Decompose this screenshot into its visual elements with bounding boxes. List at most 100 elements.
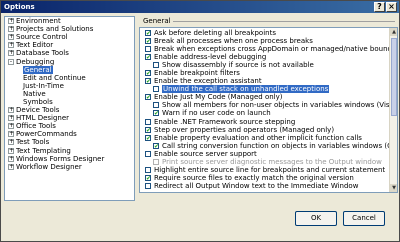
- option-checkbox[interactable]: ✔: [145, 70, 151, 77]
- option-row[interactable]: ✔ Call string conversion function on obje…: [140, 142, 397, 150]
- option-checkbox[interactable]: [145, 182, 151, 189]
- tree-item-label: PowerCommands: [16, 130, 77, 139]
- tree-item[interactable]: + Windows Forms Designer: [5, 155, 134, 163]
- section-title: General: [143, 17, 171, 25]
- option-checkbox[interactable]: ✔: [145, 174, 151, 181]
- scroll-up-icon[interactable]: ▲: [390, 28, 397, 36]
- collapse-icon[interactable]: -: [8, 58, 14, 65]
- option-checkbox[interactable]: ✔: [145, 94, 151, 101]
- expand-icon[interactable]: +: [8, 163, 14, 170]
- tree-item[interactable]: + Database Tools: [5, 49, 134, 57]
- option-label: Highlight entire source line for breakpo…: [154, 165, 386, 174]
- option-checkbox[interactable]: ✔: [145, 54, 151, 61]
- option-row[interactable]: ✔ Step over properties and operators (Man…: [140, 126, 390, 134]
- option-row[interactable]: Print source server diagnostic messages …: [140, 158, 390, 166]
- cancel-button[interactable]: Cancel: [343, 211, 385, 226]
- tree-item[interactable]: + Text Editor: [5, 41, 134, 49]
- option-checkbox[interactable]: [153, 86, 159, 93]
- option-label: Print source server diagnostic messages …: [162, 157, 382, 166]
- option-row[interactable]: ✔ Require source files to exactly match t…: [140, 174, 390, 182]
- option-row[interactable]: Show all members for non-user objects in…: [140, 101, 397, 109]
- option-row[interactable]: ✔ Warn if no user code on launch: [140, 109, 390, 117]
- option-label: Enable the exception assistant: [154, 77, 262, 86]
- scroll-down-icon[interactable]: ▼: [390, 184, 397, 192]
- option-row[interactable]: ✔ Enable Just My Code (Managed only): [140, 93, 390, 101]
- tree-item[interactable]: + Workflow Designer: [5, 163, 134, 171]
- option-row[interactable]: Redirect all Output Window text to the I…: [140, 182, 390, 190]
- option-checkbox[interactable]: [153, 158, 159, 165]
- option-row[interactable]: Unwind the call stack on unhandled excep…: [140, 85, 390, 94]
- tree-item[interactable]: + PowerCommands: [5, 130, 134, 138]
- tree-item[interactable]: Native: [5, 90, 134, 98]
- expand-icon[interactable]: +: [8, 115, 14, 122]
- tree-item[interactable]: Symbols: [5, 98, 134, 106]
- expand-icon[interactable]: +: [8, 42, 14, 49]
- tree-item[interactable]: + HTML Designer: [5, 114, 134, 122]
- option-checkbox[interactable]: ✔: [153, 142, 159, 149]
- expand-icon[interactable]: +: [8, 50, 14, 57]
- option-row[interactable]: Enable .NET Framework source stepping: [140, 118, 390, 126]
- option-checkbox[interactable]: [145, 118, 151, 125]
- options-list[interactable]: ✔ Ask before deleting all breakpoints ✔ Bre…: [139, 27, 398, 193]
- expand-icon[interactable]: +: [8, 26, 14, 33]
- expand-icon[interactable]: +: [8, 131, 14, 138]
- expand-icon[interactable]: +: [8, 123, 14, 130]
- tree-item[interactable]: + Test Tools: [5, 138, 134, 146]
- options-dialog: Options ? × + Environment + Projects and So…: [0, 0, 400, 242]
- option-label: Unwind the call stack on unhandled excep…: [162, 85, 330, 94]
- tree-item[interactable]: + Text Templating: [5, 147, 134, 155]
- section-divider: [173, 21, 395, 22]
- expand-icon[interactable]: +: [8, 107, 14, 114]
- tree-item[interactable]: + Projects and Solutions: [5, 25, 134, 33]
- help-icon[interactable]: ?: [374, 2, 385, 12]
- expand-icon[interactable]: +: [8, 18, 14, 25]
- tree-item[interactable]: Edit and Continue: [5, 74, 134, 82]
- option-checkbox[interactable]: [145, 166, 151, 173]
- option-checkbox[interactable]: ✔: [145, 30, 151, 37]
- option-label: Enable property evaluation and other imp…: [154, 133, 362, 142]
- tree-item-label: Database Tools: [16, 49, 69, 58]
- option-row[interactable]: Highlight entire source line for breakpo…: [140, 166, 390, 174]
- option-row[interactable]: ✔ Break all processes when one process br…: [140, 37, 390, 45]
- option-label: Call string conversion function on objec…: [162, 141, 398, 150]
- option-checkbox[interactable]: ✔: [145, 38, 151, 45]
- option-row[interactable]: ✔ Enable breakpoint filters: [140, 69, 390, 77]
- option-checkbox[interactable]: [145, 46, 151, 53]
- option-row[interactable]: Break when exceptions cross AppDomain or…: [140, 45, 397, 53]
- expand-icon[interactable]: +: [8, 155, 14, 162]
- tree-item[interactable]: - Debugging: [5, 57, 134, 66]
- options-tree[interactable]: + Environment + Projects and Solutions + Sour…: [4, 16, 135, 201]
- option-checkbox[interactable]: ✔: [145, 126, 151, 133]
- option-checkbox[interactable]: [153, 62, 159, 69]
- tree-item-label: Native: [23, 89, 46, 98]
- option-row[interactable]: ✔ Enable property evaluation and other im…: [140, 134, 390, 142]
- expand-icon[interactable]: +: [8, 34, 14, 41]
- option-row[interactable]: Show disassembly if source is not availa…: [140, 61, 390, 69]
- tree-item[interactable]: + Office Tools: [5, 122, 134, 130]
- option-row[interactable]: ✔ Ask before deleting all breakpoints: [140, 29, 390, 37]
- tree-item[interactable]: + Environment: [5, 17, 134, 25]
- option-checkbox[interactable]: [153, 102, 159, 109]
- tree-item-label: Workflow Designer: [16, 162, 82, 171]
- tree-item[interactable]: + Device Tools: [5, 106, 134, 114]
- expand-icon[interactable]: +: [8, 147, 14, 154]
- option-label: Enable Just My Code (Managed only): [154, 93, 283, 102]
- option-checkbox[interactable]: ✔: [145, 134, 151, 141]
- vertical-scrollbar[interactable]: ▲ ▼: [389, 28, 397, 192]
- option-label: Require source files to exactly match th…: [154, 173, 354, 182]
- option-row[interactable]: Enable source server support: [140, 150, 390, 158]
- option-label: Enable breakpoint filters: [154, 69, 240, 78]
- option-checkbox[interactable]: ✔: [153, 110, 159, 117]
- tree-item[interactable]: Just-In-Time: [5, 82, 134, 90]
- expand-icon[interactable]: +: [8, 139, 14, 146]
- scroll-thumb[interactable]: [391, 38, 397, 116]
- option-checkbox[interactable]: [145, 150, 151, 157]
- close-icon[interactable]: ×: [386, 2, 397, 12]
- tree-item[interactable]: General: [5, 65, 134, 74]
- tree-item-label: Symbols: [23, 97, 53, 106]
- ok-button[interactable]: OK: [295, 211, 337, 226]
- option-row[interactable]: ✔ Enable address-level debugging: [140, 53, 390, 61]
- option-row[interactable]: ✔ Enable the exception assistant: [140, 77, 390, 85]
- tree-item[interactable]: + Source Control: [5, 33, 134, 41]
- option-checkbox[interactable]: ✔: [145, 78, 151, 85]
